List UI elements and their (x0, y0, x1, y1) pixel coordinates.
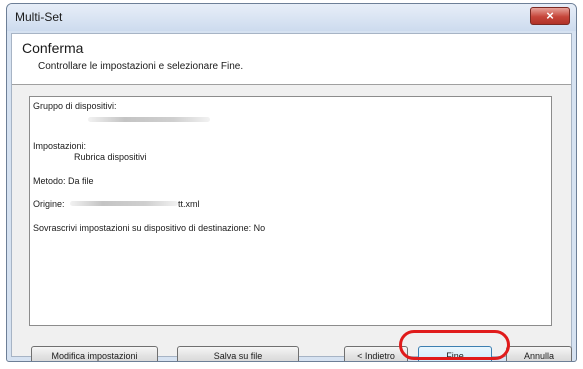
close-icon: × (546, 8, 554, 23)
settings-value: Rubrica dispositivi (74, 152, 147, 162)
save-to-file-button[interactable]: Salva su file (177, 346, 299, 361)
close-button[interactable]: × (530, 7, 570, 25)
origin-path-redacted (70, 201, 178, 206)
origin-label: Origine: (33, 199, 65, 209)
device-group-label: Gruppo di dispositivi: (33, 101, 117, 111)
finish-highlight-ring (399, 330, 510, 360)
overwrite-line: Sovrascrivi impostazioni su dispositivo … (33, 223, 266, 233)
cancel-button[interactable]: Annulla (506, 346, 572, 361)
page-title: Conferma (22, 40, 84, 56)
method-line: Metodo: Da file (33, 176, 94, 186)
edit-settings-button[interactable]: Modifica impostazioni (31, 346, 158, 361)
multi-set-window: Multi-Set × Conferma Controllare le impo… (6, 3, 577, 362)
page-subtitle: Controllare le impostazioni e selezionar… (38, 61, 244, 72)
title-bar[interactable]: Multi-Set × (7, 4, 576, 31)
settings-summary-box: Gruppo di dispositivi: Impostazioni: Rub… (29, 96, 552, 326)
device-group-redacted (88, 117, 210, 122)
window-title: Multi-Set (15, 10, 63, 24)
wizard-header: Conferma Controllare le impostazioni e s… (12, 34, 571, 85)
origin-file-suffix: tt.xml (178, 199, 200, 209)
settings-label: Impostazioni: (33, 141, 87, 151)
dialog-client-area: Conferma Controllare le impostazioni e s… (11, 33, 572, 361)
